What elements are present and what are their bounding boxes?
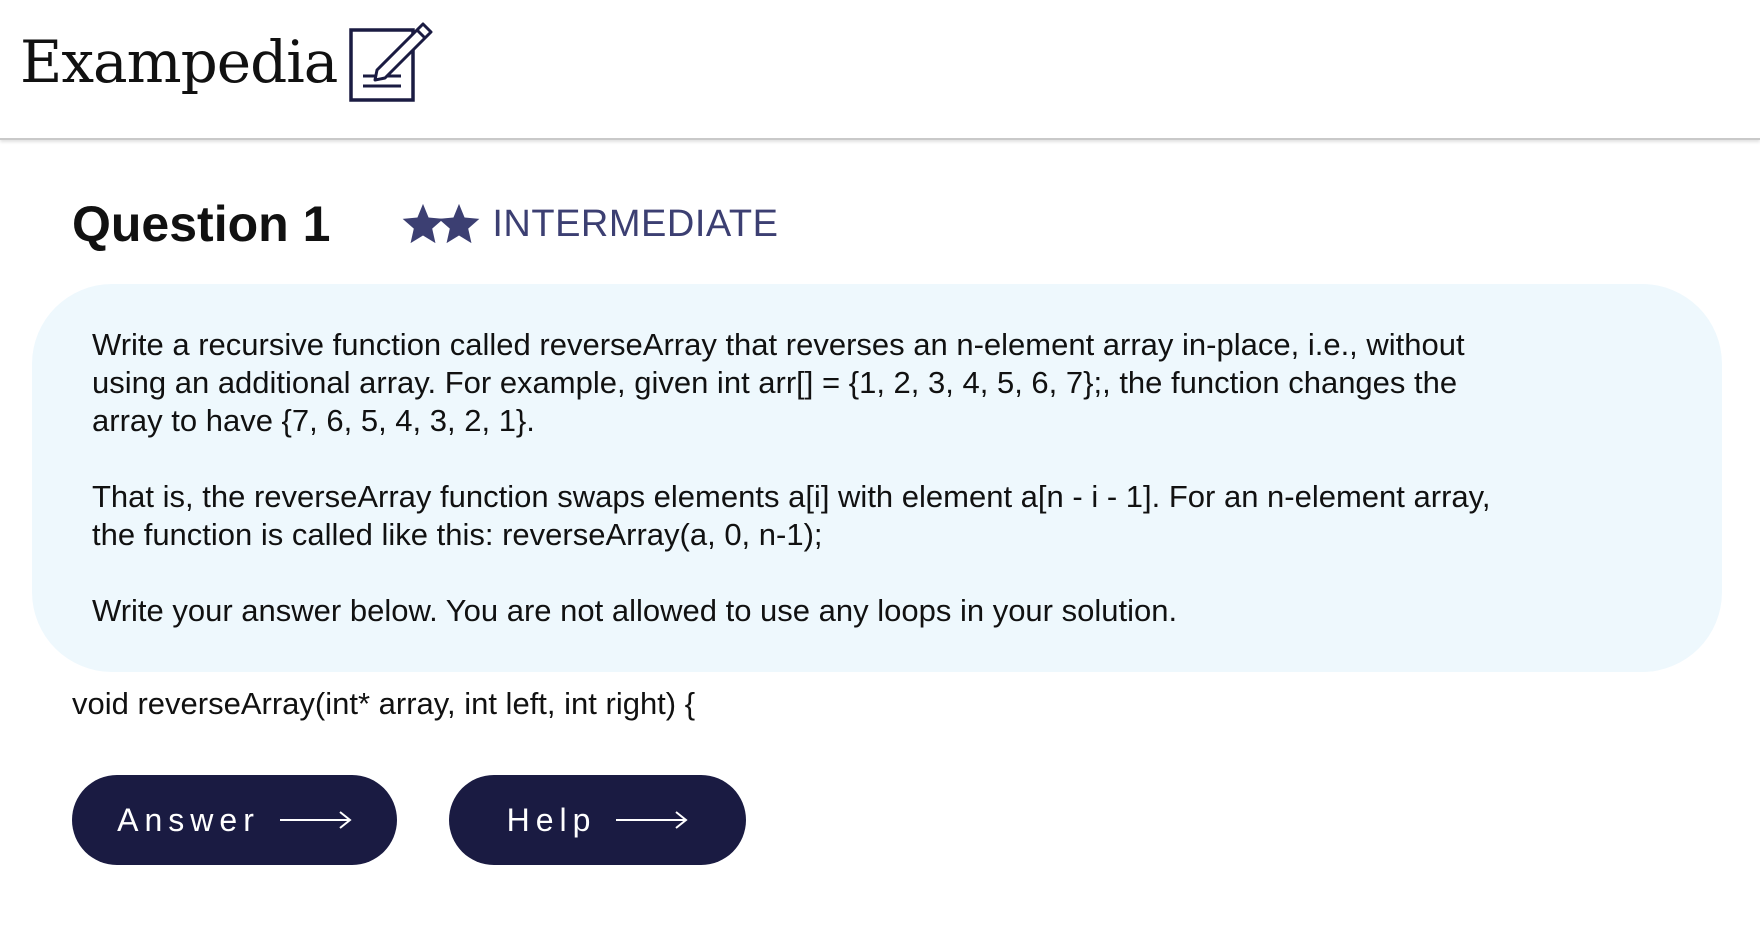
right-arrow-icon	[279, 811, 352, 829]
site-logo[interactable]: Exampedia	[20, 20, 435, 104]
difficulty-label: INTERMEDIATE	[492, 202, 779, 245]
help-button-label: Help	[506, 801, 597, 838]
help-button[interactable]: Help	[449, 775, 746, 865]
header-bar: Exampedia	[0, 0, 1760, 140]
question-paragraph: That is, the reverseArray function swaps…	[92, 479, 1491, 552]
answer-button-label: Answer	[117, 801, 260, 838]
question-header: Question 1 INTERMEDIATE	[72, 195, 778, 253]
answer-button[interactable]: Answer	[72, 775, 397, 865]
difficulty-rating: INTERMEDIATE	[400, 201, 778, 247]
function-signature: void reverseArray(int* array, int left, …	[72, 686, 696, 721]
brand-name: Exampedia	[20, 28, 338, 96]
notepad-pen-icon	[349, 22, 433, 102]
star-icon	[439, 203, 480, 244]
question-body: Write a recursive function called revers…	[92, 326, 1532, 668]
right-arrow-icon	[616, 811, 689, 829]
question-paragraph: Write a recursive function called revers…	[92, 327, 1465, 438]
question-paragraph: Write your answer below. You are not all…	[92, 593, 1178, 628]
question-title: Question 1	[72, 196, 331, 252]
